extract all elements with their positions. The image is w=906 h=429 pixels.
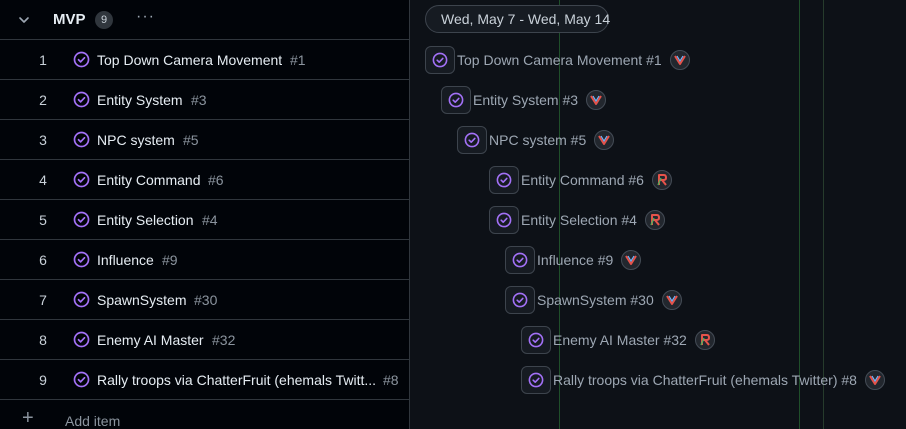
timeline-item-label: Top Down Camera Movement #1	[457, 52, 662, 68]
group-count-badge: 9	[95, 11, 113, 29]
issue-title-link[interactable]: NPC system	[97, 132, 175, 148]
closed-issue-icon	[521, 326, 551, 354]
timeline-item[interactable]: Enemy AI Master #32	[521, 320, 715, 360]
closed-issue-icon	[441, 86, 471, 114]
issue-title-link[interactable]: SpawnSystem	[97, 292, 186, 308]
timeline-item[interactable]: NPC system #5	[457, 120, 615, 160]
closed-issue-icon	[425, 46, 455, 74]
date-range-pill[interactable]: Wed, May 7 - Wed, May 14	[425, 5, 610, 33]
timeline-item-label: NPC system #5	[489, 132, 587, 148]
closed-issue-icon	[73, 91, 90, 108]
issue-title-link[interactable]: Entity Selection	[97, 212, 194, 228]
timeline-item-label: Entity Selection #4	[521, 212, 637, 228]
assignee-avatar[interactable]	[669, 50, 690, 70]
issue-number: #5	[183, 132, 199, 148]
group-title: MVP	[53, 11, 86, 28]
timeline-item-label: Enemy AI Master #32	[553, 332, 687, 348]
row-number: 4	[39, 172, 47, 188]
closed-issue-icon	[489, 206, 519, 234]
timeline-item[interactable]: Entity System #3	[441, 80, 607, 120]
row-number: 2	[39, 92, 47, 108]
assignee-avatar[interactable]	[586, 90, 607, 110]
closed-issue-icon	[521, 366, 551, 394]
closed-issue-icon	[73, 371, 90, 388]
table-row[interactable]: 3 NPC system #5	[0, 120, 410, 160]
assignee-avatar[interactable]	[621, 250, 642, 270]
table-pane: MVP 9 ··· 1 Top Down Camera Movement #1 2 En…	[0, 0, 410, 429]
issue-number: #1	[290, 52, 306, 68]
table-row[interactable]: 2 Entity System #3	[0, 80, 410, 120]
assignee-avatar[interactable]	[694, 330, 715, 350]
timeline-pane: Wed, May 7 - Wed, May 14 Top Down Camera…	[411, 0, 906, 429]
row-number: 5	[39, 212, 47, 228]
timeline-item-label: Rally troops via ChatterFruit (ehemals T…	[553, 372, 857, 388]
closed-issue-icon	[73, 51, 90, 68]
row-number: 9	[39, 372, 47, 388]
closed-issue-icon	[73, 331, 90, 348]
closed-issue-icon	[457, 126, 487, 154]
closed-issue-icon	[73, 251, 90, 268]
issue-number: #4	[202, 212, 218, 228]
row-number: 7	[39, 292, 47, 308]
row-number: 8	[39, 332, 47, 348]
timeline-item[interactable]: Entity Command #6	[489, 160, 672, 200]
timeline-item[interactable]: SpawnSystem #30	[505, 280, 682, 320]
table-row[interactable]: 7 SpawnSystem #30	[0, 280, 410, 320]
timeline-item[interactable]: Top Down Camera Movement #1	[425, 40, 690, 80]
issue-title-link[interactable]: Rally troops via ChatterFruit (ehemals T…	[97, 372, 375, 388]
issue-title-link[interactable]: Entity System	[97, 92, 183, 108]
assignee-avatar[interactable]	[651, 170, 672, 190]
row-number: 6	[39, 252, 47, 268]
table-row[interactable]: 6 Influence #9	[0, 240, 410, 280]
closed-issue-icon	[489, 166, 519, 194]
closed-issue-icon	[73, 211, 90, 228]
issue-title-link[interactable]: Influence	[97, 252, 154, 268]
issue-number: #32	[212, 332, 236, 348]
closed-issue-icon	[505, 246, 535, 274]
assignee-avatar[interactable]	[644, 210, 665, 230]
assignee-avatar[interactable]	[864, 370, 885, 390]
assignee-avatar[interactable]	[661, 290, 682, 310]
timeline-item-label: SpawnSystem #30	[537, 292, 654, 308]
table-row[interactable]: 1 Top Down Camera Movement #1	[0, 40, 410, 80]
issue-title-link[interactable]: Top Down Camera Movement	[97, 52, 282, 68]
table-row[interactable]: 9 Rally troops via ChatterFruit (ehemals …	[0, 360, 410, 400]
timeline-item-label: Entity System #3	[473, 92, 579, 108]
issue-number: #30	[194, 292, 218, 308]
issue-title-link[interactable]: Entity Command	[97, 172, 200, 188]
timeline-item-label: Influence #9	[537, 252, 614, 268]
add-item-label: Add item	[65, 413, 121, 429]
row-number: 3	[39, 132, 47, 148]
issue-number: #9	[162, 252, 178, 268]
group-header: MVP 9 ···	[0, 0, 410, 40]
add-item-button[interactable]: + Add item	[0, 400, 410, 429]
row-number: 1	[39, 52, 47, 68]
assignee-avatar[interactable]	[594, 130, 615, 150]
table-row[interactable]: 4 Entity Command #6	[0, 160, 410, 200]
timeline-item[interactable]: Rally troops via ChatterFruit (ehemals T…	[521, 360, 885, 400]
chevron-down-icon[interactable]	[16, 12, 32, 28]
issue-number: #8	[383, 372, 399, 388]
closed-issue-icon	[73, 171, 90, 188]
closed-issue-icon	[73, 291, 90, 308]
timeline-item[interactable]: Entity Selection #4	[489, 200, 665, 240]
issue-number: #3	[191, 92, 207, 108]
table-row[interactable]: 5 Entity Selection #4	[0, 200, 410, 240]
issue-title-link[interactable]: Enemy AI Master	[97, 332, 204, 348]
closed-issue-icon	[505, 286, 535, 314]
timeline-item[interactable]: Influence #9	[505, 240, 642, 280]
plus-icon: +	[22, 407, 34, 429]
issue-number: #6	[208, 172, 224, 188]
closed-issue-icon	[73, 131, 90, 148]
table-row[interactable]: 8 Enemy AI Master #32	[0, 320, 410, 360]
timeline-item-label: Entity Command #6	[521, 172, 644, 188]
more-options-icon[interactable]: ···	[136, 8, 155, 26]
